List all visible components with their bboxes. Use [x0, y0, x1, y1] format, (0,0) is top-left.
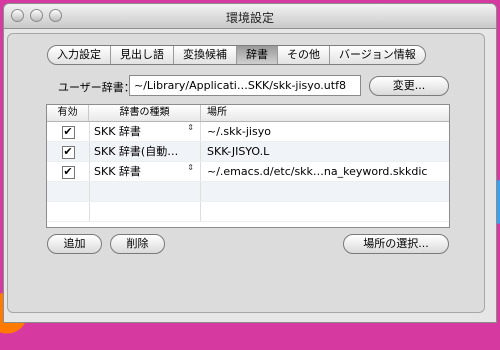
- tab-input-settings[interactable]: 入力設定: [48, 46, 110, 64]
- tab-candidates[interactable]: 変換候補: [173, 46, 236, 64]
- popup-arrows-icon[interactable]: ⇕: [187, 162, 194, 172]
- dictionary-type-popup[interactable]: SKK 辞書: [94, 165, 141, 178]
- user-dictionary-label: ユーザー辞書：: [58, 81, 135, 94]
- dictionary-location: SKK-JISYO.L: [207, 145, 270, 158]
- table-row[interactable]: ✔ SKK 辞書 ⇕ ~/.skk-jisyo: [47, 122, 449, 142]
- tab-version-info[interactable]: バージョン情報: [329, 46, 425, 64]
- table-header: 有効 辞書の種類 場所: [47, 105, 449, 122]
- table-row[interactable]: ✔ SKK 辞書 ⇕ ~/.emacs.d/etc/skk…na_keyword.…: [47, 162, 449, 182]
- dictionary-type-popup[interactable]: SKK 辞書: [94, 125, 141, 138]
- title-bar: 環境設定: [4, 4, 496, 29]
- tab-dictionary[interactable]: 辞書: [236, 46, 277, 64]
- window-title: 環境設定: [225, 11, 274, 25]
- table-row[interactable]: ✔ SKK 辞書(自動… SKK-JISYO.L: [47, 142, 449, 162]
- tab-other[interactable]: その他: [277, 46, 329, 64]
- header-location[interactable]: 場所: [201, 105, 449, 121]
- table-row-empty: [47, 202, 449, 222]
- header-type[interactable]: 辞書の種類: [89, 105, 201, 121]
- enabled-checkbox[interactable]: ✔: [61, 165, 75, 179]
- tab-bar: 入力設定 見出し語 変換候補 辞書 その他 バージョン情報: [47, 45, 426, 65]
- dictionary-location: ~/.skk-jisyo: [207, 125, 271, 138]
- change-button[interactable]: 変更...: [369, 76, 449, 96]
- enabled-checkbox[interactable]: ✔: [61, 145, 75, 159]
- popup-arrows-icon[interactable]: ⇕: [187, 122, 194, 132]
- dictionary-type-popup[interactable]: SKK 辞書(自動…: [94, 145, 178, 158]
- enabled-checkbox[interactable]: ✔: [61, 125, 75, 139]
- tab-headwords[interactable]: 見出し語: [110, 46, 173, 64]
- add-button[interactable]: 追加: [47, 234, 102, 254]
- delete-button[interactable]: 削除: [110, 234, 165, 254]
- choose-location-button[interactable]: 場所の選択...: [343, 234, 449, 254]
- dictionary-location: ~/.emacs.d/etc/skk…na_keyword.skkdic: [207, 165, 428, 178]
- table-row-empty: [47, 182, 449, 202]
- user-dictionary-path-field[interactable]: ~/Library/Applicati…SKK/skk-jisyo.utf8: [129, 75, 361, 96]
- dictionary-table: 有効 辞書の種類 場所 ✔ SKK 辞書 ⇕ ~/.skk-jisyo ✔ SKK…: [46, 104, 450, 228]
- header-enabled[interactable]: 有効: [47, 105, 89, 121]
